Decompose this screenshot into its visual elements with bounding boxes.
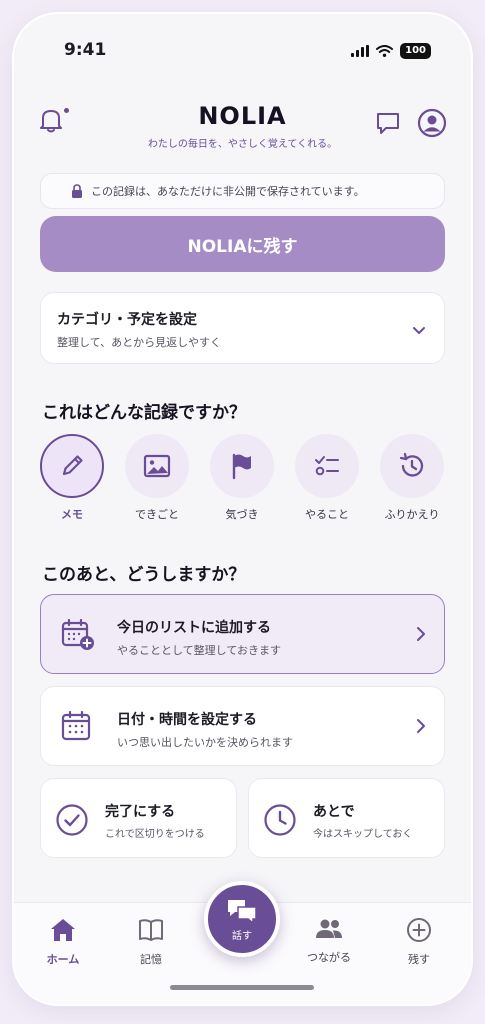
bottom-tab-bar: ホーム 記憶 話す つながる 残す [14, 881, 471, 1004]
chat-icon[interactable] [375, 110, 401, 140]
tab-memory[interactable]: 記憶 [116, 917, 186, 967]
calendar-add-icon [61, 618, 95, 655]
record-type-event[interactable]: できごと [125, 434, 189, 522]
calendar-icon [61, 710, 91, 745]
phone-screen: 9:41 100 NOLIA わたしの毎日を、やさしく覚えてくれる。 この記録は… [14, 14, 471, 1004]
pencil-icon [62, 455, 83, 476]
signal-icon [351, 45, 370, 57]
tab-label: 残す [408, 953, 430, 966]
flag-icon [232, 453, 251, 480]
complete-subtitle: これで区切りをつける [105, 829, 205, 840]
set-datetime-subtitle: いつ思い出したいかを決められます [117, 736, 293, 749]
category-title: カテゴリ・予定を設定 [57, 312, 197, 328]
record-type-heading: これはどんな記録ですか？ [42, 403, 246, 423]
record-type-todo[interactable]: やること [295, 434, 359, 522]
category-schedule-selector[interactable]: カテゴリ・予定を設定 整理して、あとから見返しやすく [40, 292, 445, 364]
save-to-nolia-button[interactable]: NOLIAに残す [40, 216, 445, 272]
add-today-title: 今日のリストに追加する [117, 620, 271, 636]
complete-title: 完了にする [105, 804, 176, 820]
wifi-icon [376, 45, 394, 57]
privacy-notice: この記録は、あなただけに非公開で保存されています。 [40, 173, 445, 209]
record-type-reflection[interactable]: ふりかえり [380, 434, 444, 522]
talk-button[interactable]: 話す [204, 881, 280, 957]
tab-label: ホーム [46, 953, 80, 966]
people-icon [316, 919, 342, 938]
mark-complete-button[interactable]: 完了にする これで区切りをつける [40, 778, 237, 858]
privacy-text: この記録は、あなただけに非公開で保存されています。 [91, 185, 365, 198]
category-subtitle: 整理して、あとから見返しやすく [57, 336, 222, 349]
tab-label: 記憶 [140, 953, 162, 966]
set-datetime-button[interactable]: 日付・時間を設定する いつ思い出したいかを決められます [40, 686, 445, 766]
chevron-right-icon [416, 626, 426, 646]
status-icons: 100 [351, 43, 431, 59]
app-logo: NOLIA [198, 102, 287, 130]
later-subtitle: 今はスキップしておく [313, 829, 413, 840]
later-button[interactable]: あとで 今はスキップしておく [248, 778, 445, 858]
record-type-insight[interactable]: 気づき [210, 434, 274, 522]
chevron-right-icon [416, 718, 426, 738]
tab-save[interactable]: 残す [384, 917, 454, 967]
tab-connect[interactable]: つながる [294, 917, 364, 965]
later-title: あとで [313, 804, 355, 820]
next-action-heading: このあと、どうしますか？ [42, 565, 246, 585]
lock-icon [72, 184, 82, 198]
record-type-memo[interactable]: メモ [40, 434, 104, 522]
add-to-today-list-button[interactable]: 今日のリストに追加する やることとして整理しておきます [40, 594, 445, 674]
book-icon [139, 919, 163, 941]
status-bar: 9:41 100 [14, 40, 471, 64]
clock-icon [263, 803, 297, 841]
speech-bubbles-icon [228, 899, 257, 925]
talk-label: 話す [232, 930, 252, 942]
add-today-subtitle: やることとして整理しておきます [117, 644, 282, 657]
app-header: NOLIA わたしの毎日を、やさしく覚えてくれる。 [14, 92, 471, 152]
home-icon [51, 919, 75, 941]
tab-home[interactable]: ホーム [28, 917, 98, 967]
record-type-label: メモ [61, 508, 83, 521]
app-tagline: わたしの毎日を、やさしく覚えてくれる。 [147, 139, 338, 150]
status-time: 9:41 [64, 40, 107, 60]
checklist-icon [315, 456, 339, 476]
home-indicator [170, 985, 314, 990]
check-circle-icon [55, 803, 89, 841]
chevron-down-icon [412, 321, 426, 340]
set-datetime-title: 日付・時間を設定する [117, 712, 257, 728]
record-type-label: 気づき [225, 508, 259, 521]
record-type-label: やること [305, 508, 349, 521]
record-type-label: ふりかえり [384, 508, 440, 521]
plus-circle-icon [407, 918, 431, 942]
record-type-label: できごと [135, 508, 179, 521]
profile-icon[interactable] [417, 108, 447, 142]
history-icon [399, 452, 424, 477]
image-icon [143, 454, 171, 478]
tab-label: つながる [307, 951, 351, 964]
battery-indicator: 100 [400, 43, 431, 59]
record-type-options: メモ できごと 気づき やること ふりかえり [40, 434, 445, 526]
